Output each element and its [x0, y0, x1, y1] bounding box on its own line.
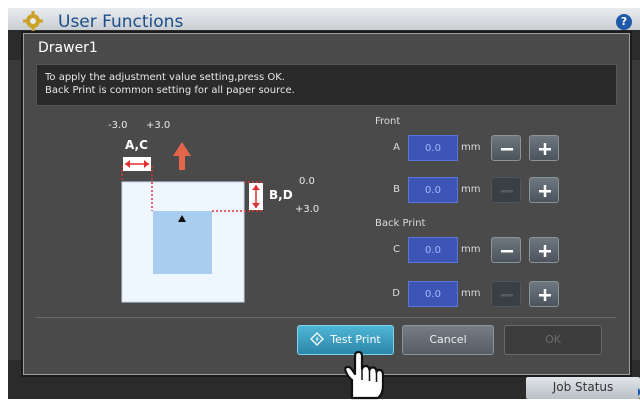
- field-b-label: B: [393, 184, 400, 195]
- field-c-unit: mm: [461, 244, 481, 255]
- field-a-increment-button[interactable]: [529, 135, 559, 161]
- field-a-label: A: [393, 142, 400, 153]
- paper-diagram-graphic: [121, 142, 263, 303]
- job-status-button[interactable]: Job Status: [526, 377, 640, 399]
- gear-icon: [23, 11, 43, 31]
- app-title: User Functions: [58, 12, 184, 32]
- message-line-2: Back Print is common setting for all pap…: [45, 85, 295, 96]
- plus-icon: [539, 185, 551, 197]
- test-print-icon: [310, 332, 325, 346]
- app-header: User Functions ?: [8, 8, 640, 32]
- dialog-title: Drawer1: [38, 40, 98, 56]
- plus-icon: [539, 289, 551, 301]
- field-a-input[interactable]: 0.0: [408, 135, 458, 161]
- cancel-button[interactable]: Cancel: [402, 325, 494, 355]
- front-section-label: Front: [375, 116, 401, 127]
- test-print-label: Test Print: [330, 333, 381, 346]
- help-button[interactable]: ?: [616, 14, 632, 30]
- adjustment-diagram: -3.0 +3.0 A,C B,D 0.0 +3.0: [94, 114, 319, 304]
- message-box: To apply the adjustment value setting,pr…: [36, 64, 617, 106]
- field-a-decrement-button[interactable]: [491, 135, 521, 161]
- minus-icon: [501, 148, 513, 151]
- field-d-increment-button[interactable]: [529, 281, 559, 307]
- field-a-unit: mm: [461, 142, 481, 153]
- plus-icon: [539, 245, 551, 257]
- field-b-increment-button[interactable]: [529, 177, 559, 203]
- field-c-label: C: [393, 244, 400, 255]
- minus-icon: [501, 250, 513, 253]
- back-print-section-label: Back Print: [375, 218, 426, 229]
- ok-button: OK: [504, 325, 602, 355]
- footer-divider: [36, 317, 616, 318]
- field-c-input[interactable]: 0.0: [408, 237, 458, 263]
- hand-pointer-icon: [344, 350, 385, 400]
- field-d-label: D: [392, 288, 400, 299]
- up-arrow-icon: [173, 142, 191, 170]
- field-d-decrement-button: [491, 281, 521, 307]
- field-d-input[interactable]: 0.0: [408, 281, 458, 307]
- field-b-input[interactable]: 0.0: [408, 177, 458, 203]
- minus-icon: [501, 294, 513, 297]
- plus-icon: [539, 143, 551, 155]
- field-b-decrement-button: [491, 177, 521, 203]
- field-b-unit: mm: [461, 184, 481, 195]
- drawer-adjustment-dialog: Drawer1 To apply the adjustment value se…: [23, 33, 630, 375]
- field-d-unit: mm: [461, 288, 481, 299]
- minus-icon: [501, 190, 513, 193]
- message-line-1: To apply the adjustment value setting,pr…: [45, 72, 285, 83]
- field-c-increment-button[interactable]: [529, 237, 559, 263]
- field-c-decrement-button[interactable]: [491, 237, 521, 263]
